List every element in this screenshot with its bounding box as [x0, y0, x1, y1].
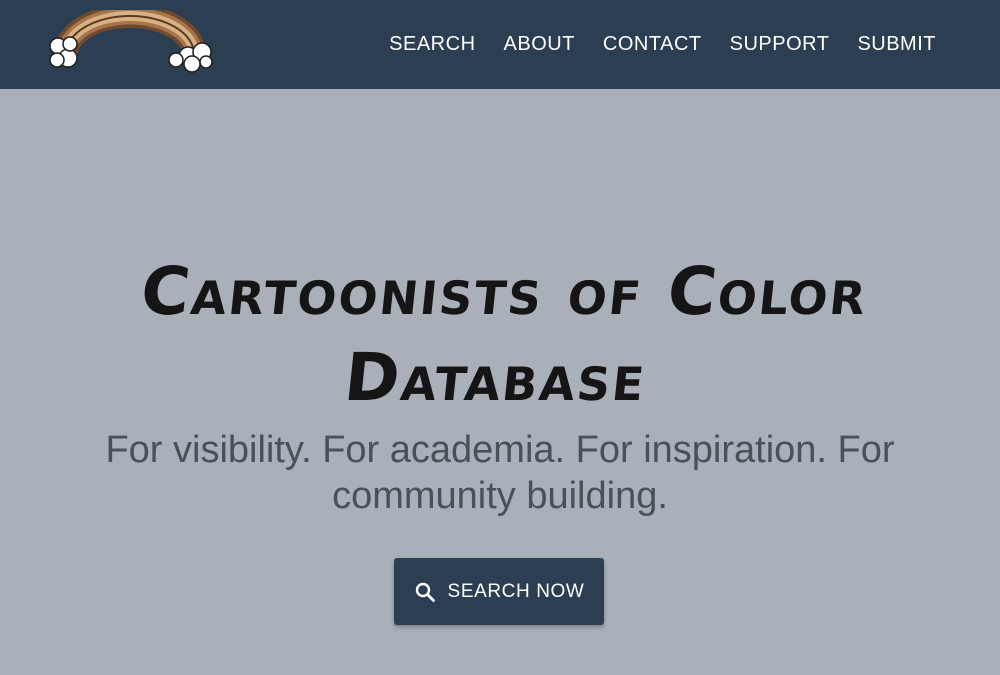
hero-subtitle: For visibility. For academia. For inspir…	[105, 429, 895, 517]
nav-search-link[interactable]: SEARCH	[389, 33, 475, 56]
rainbow-logo-icon[interactable]	[48, 4, 214, 74]
search-now-label: SEARCH NOW	[447, 580, 585, 602]
main-nav: SEARCH ABOUT CONTACT SUPPORT SUBMIT	[389, 0, 936, 89]
nav-support-link[interactable]: SUPPORT	[730, 33, 830, 56]
search-icon	[414, 581, 436, 603]
hero-title-line2: Database	[340, 339, 651, 416]
nav-submit-link[interactable]: SUBMIT	[857, 33, 936, 56]
hero-title-line1: Cartoonists of Color	[137, 253, 872, 330]
nav-about-link[interactable]: ABOUT	[504, 33, 575, 56]
nav-contact-link[interactable]: CONTACT	[603, 33, 702, 56]
navbar: SEARCH ABOUT CONTACT SUPPORT SUBMIT	[0, 0, 1000, 89]
hero-title: Cartoonists of Color Database	[0, 249, 1000, 421]
search-now-button[interactable]: SEARCH NOW	[394, 558, 604, 625]
hero-section: Cartoonists of Color Database For visibi…	[0, 89, 1000, 675]
